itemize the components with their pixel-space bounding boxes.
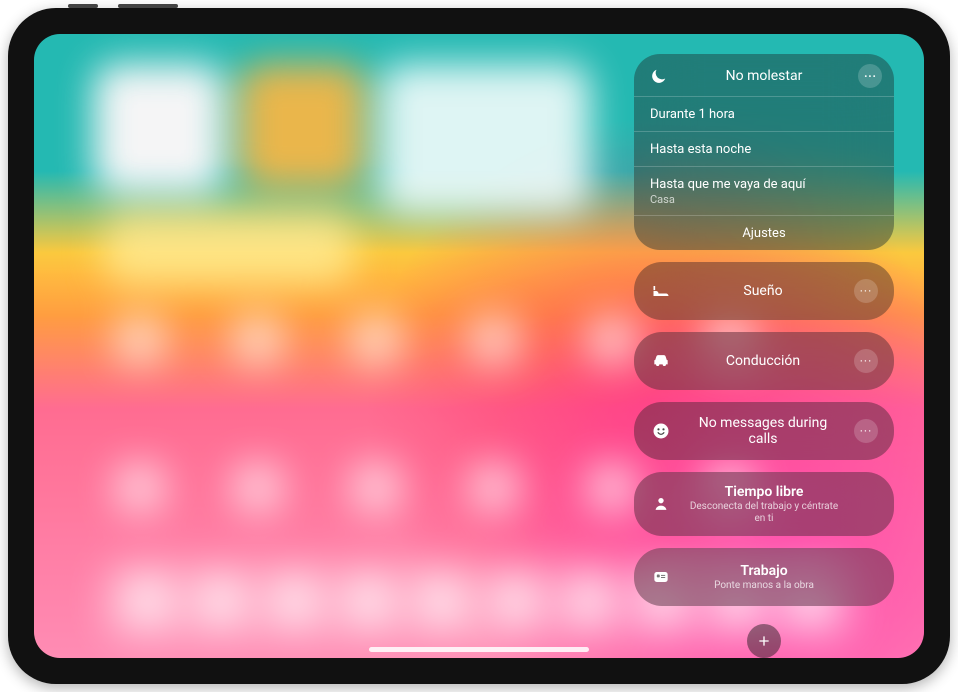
more-icon[interactable]: [854, 349, 878, 373]
bed-icon: [650, 280, 672, 302]
focus-driving-label: Conducción: [684, 353, 842, 369]
focus-do-not-disturb-card: No molestar Durante 1 hora Hasta esta no…: [634, 54, 894, 250]
focus-sleep-label: Sueño: [684, 283, 842, 299]
moon-icon: [648, 65, 670, 87]
focus-work-card[interactable]: Trabajo Ponte manos a la obra: [634, 548, 894, 606]
dnd-option-until-tonight[interactable]: Hasta esta noche: [634, 131, 894, 166]
home-indicator[interactable]: [369, 647, 589, 652]
focus-free-card[interactable]: Tiempo libre Desconecta del trabajo y cé…: [634, 472, 894, 536]
widget-notes: [239, 64, 365, 190]
focus-do-not-disturb-title: No molestar: [670, 68, 858, 84]
person-icon: [650, 493, 672, 515]
plus-icon: [756, 633, 772, 649]
focus-work-sub: Ponte manos a la obra: [684, 580, 844, 592]
dnd-option-settings[interactable]: Ajustes: [634, 215, 894, 250]
more-icon[interactable]: [854, 279, 878, 303]
focus-sleep-card[interactable]: Sueño: [634, 262, 894, 320]
dnd-option-until-leave-label: Hasta que me vaya de aquí: [650, 177, 806, 192]
hardware-buttons: [68, 4, 208, 10]
widget-clock: [94, 64, 224, 194]
widget-wide: [104, 214, 354, 284]
focus-work-label: Trabajo: [740, 563, 787, 579]
focus-panel: No molestar Durante 1 hora Hasta esta no…: [634, 54, 894, 658]
smile-icon: [650, 420, 672, 442]
focus-nomsg-label: No messages during calls: [684, 415, 842, 447]
badge-icon: [650, 566, 672, 588]
dnd-option-1-hour[interactable]: Durante 1 hora: [634, 96, 894, 131]
focus-do-not-disturb-header[interactable]: No molestar: [634, 54, 894, 96]
dnd-option-until-leave[interactable]: Hasta que me vaya de aquí Casa: [634, 166, 894, 215]
dnd-option-until-leave-sub: Casa: [650, 193, 878, 206]
focus-driving-card[interactable]: Conducción: [634, 332, 894, 390]
more-icon[interactable]: [854, 419, 878, 443]
focus-free-label: Tiempo libre: [725, 484, 804, 500]
car-icon: [650, 350, 672, 372]
focus-new-row: Nuevo modo de concentración: [634, 624, 894, 658]
focus-work-text: Trabajo Ponte manos a la obra: [684, 563, 844, 592]
focus-nomsg-card[interactable]: No messages during calls: [634, 402, 894, 460]
add-focus-button[interactable]: [747, 624, 781, 658]
widget-list: [380, 64, 590, 214]
focus-free-text: Tiempo libre Desconecta del trabajo y cé…: [684, 484, 844, 524]
focus-free-sub: Desconecta del trabajo y céntrate en ti: [684, 501, 844, 524]
more-icon[interactable]: [858, 64, 882, 88]
screen: No molestar Durante 1 hora Hasta esta no…: [34, 34, 924, 658]
ipad-device-frame: No molestar Durante 1 hora Hasta esta no…: [8, 8, 950, 684]
